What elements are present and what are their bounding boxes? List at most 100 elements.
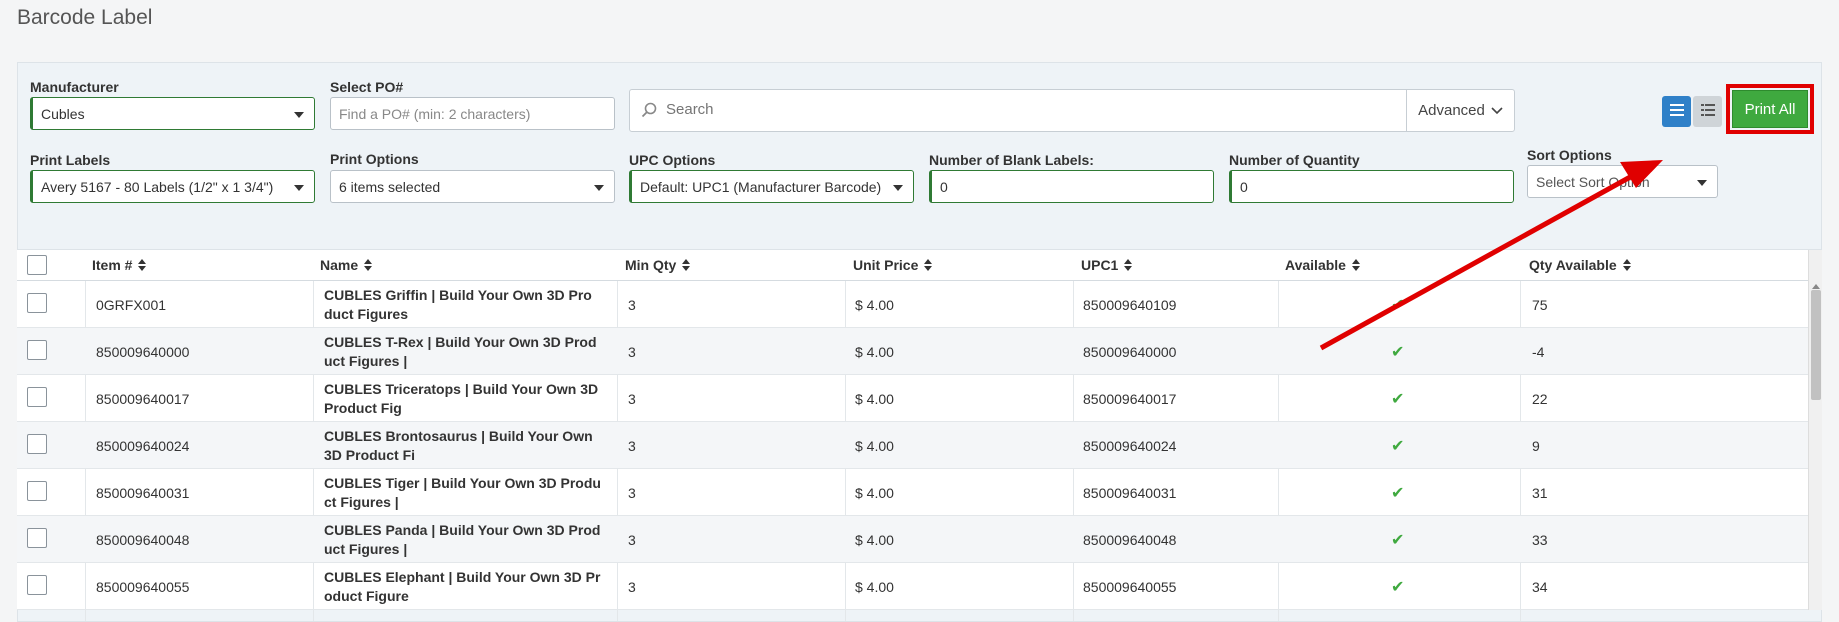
unit-price: $ 4.00 [855,343,894,360]
unit-price: $ 4.00 [855,531,894,548]
chevron-down-icon [893,185,903,191]
column-header-upc1[interactable]: UPC1 [1081,257,1133,273]
row-checkbox[interactable] [27,340,47,360]
row-checkbox[interactable] [27,434,47,454]
upc1: 850009640048 [1083,531,1177,548]
sort-icon [924,259,933,271]
checkmark-icon: ✔ [1391,531,1405,549]
chevron-down-icon [1697,180,1707,186]
upc1: 850009640024 [1083,437,1177,454]
column-header-available[interactable]: Available [1285,257,1360,273]
search-input[interactable] [664,100,1164,119]
chevron-down-icon [1491,102,1503,119]
column-header-label: Unit Price [853,257,919,273]
manufacturer-label: Manufacturer [30,79,119,95]
po-placeholder: Find a PO# (min: 2 characters) [339,105,531,122]
unit-price: $ 4.00 [855,296,894,313]
column-header-name[interactable]: Name [320,257,373,273]
scroll-thumb[interactable] [1811,290,1821,400]
table-header: Item # Name Min Qty Unit Price UPC1 Avai… [17,250,1808,281]
print-labels-label: Print Labels [30,152,111,168]
items-table: Item # Name Min Qty Unit Price UPC1 Avai… [17,249,1822,621]
upc-options-select[interactable]: Default: UPC1 (Manufacturer Barcode) [629,170,914,203]
chevron-down-icon [294,112,304,118]
upc1: 850009640031 [1083,484,1177,501]
po-input[interactable]: Find a PO# (min: 2 characters) [330,97,615,130]
search-bar: Advanced [629,89,1515,132]
sort-icon [682,259,691,271]
row-checkbox[interactable] [27,481,47,501]
quantity-label: Number of Quantity [1229,152,1360,168]
item-name: CUBLES Triceratops | Build Your Own 3D P… [324,380,599,416]
quantity-input[interactable]: 0 [1229,170,1514,203]
blank-labels-input[interactable]: 0 [929,170,1214,203]
item-number: 850009640048 [96,531,190,548]
sort-icon [1124,259,1133,271]
table-row[interactable]: 850009640031 CUBLES Tiger | Build Your O… [17,469,1808,516]
print-all-button[interactable]: Print All [1732,90,1808,128]
qty-available: 22 [1532,390,1548,407]
item-name: CUBLES T-Rex | Build Your Own 3D Prod uc… [324,333,597,369]
column-header-qty-available[interactable]: Qty Available [1529,257,1631,273]
detail-view-button[interactable] [1693,96,1722,127]
item-number: 0GRFX001 [96,296,167,313]
checkmark-icon: ✔ [1391,343,1405,361]
print-labels-select[interactable]: Avery 5167 - 80 Labels (1/2" x 1 3/4") [30,170,315,203]
table-row[interactable]: 850009640017 CUBLES Triceratops | Build … [17,375,1808,422]
sort-icon [1351,259,1360,271]
qty-available: 75 [1532,296,1548,313]
row-checkbox[interactable] [27,528,47,548]
item-name: CUBLES Brontosaurus | Build Your Own 3D … [324,427,593,463]
checkmark-icon: ✔ [1391,437,1405,455]
column-header-item[interactable]: Item # [92,257,147,273]
upc-options-label: UPC Options [629,152,716,168]
min-qty: 3 [628,343,636,360]
search-icon [641,102,657,123]
po-label: Select PO# [330,79,404,95]
chevron-down-icon [594,185,604,191]
upc-options-value: Default: UPC1 (Manufacturer Barcode) [640,178,882,195]
table-row[interactable]: 850009640024 CUBLES Brontosaurus | Build… [17,422,1808,469]
min-qty: 3 [628,390,636,407]
row-checkbox[interactable] [27,293,47,313]
min-qty: 3 [628,296,636,313]
select-all-checkbox[interactable] [27,255,47,275]
table-row[interactable]: 850009640048 CUBLES Panda | Build Your O… [17,516,1808,563]
column-header-min-qty[interactable]: Min Qty [625,257,691,273]
list-icon [1669,103,1684,121]
checkmark-icon: ✔ [1391,484,1405,502]
row-checkbox[interactable] [27,387,47,407]
sort-options-label: Sort Options [1527,147,1612,163]
print-options-select[interactable]: 6 items selected [330,170,615,203]
upc1: 850009640017 [1083,390,1177,407]
upc1: 850009640000 [1083,343,1177,360]
item-name: CUBLES Panda | Build Your Own 3D Prod uc… [324,521,601,557]
print-options-value: 6 items selected [339,178,441,195]
table-scrollbar[interactable] [1808,250,1822,610]
item-number: 850009640000 [96,343,190,360]
detail-list-icon [1700,103,1715,121]
sort-options-select[interactable]: Select Sort Option [1527,165,1718,198]
column-header-label: Name [320,257,359,273]
list-view-button[interactable] [1662,96,1691,127]
checkmark-icon: ✔ [1391,390,1405,408]
item-name: CUBLES Griffin | Build Your Own 3D Pro d… [324,286,592,322]
print-labels-value: Avery 5167 - 80 Labels (1/2" x 1 3/4") [41,178,274,195]
page-title: Barcode Label [17,6,153,29]
manufacturer-select[interactable]: Cubles [30,97,315,130]
column-header-label: Available [1285,257,1346,273]
scroll-up-icon[interactable] [1812,284,1820,289]
column-header-label: UPC1 [1081,257,1119,273]
column-header-unit-price[interactable]: Unit Price [853,257,933,273]
column-header-label: Item # [92,257,133,273]
row-checkbox[interactable] [27,575,47,595]
column-header-label: Min Qty [625,257,677,273]
unit-price: $ 4.00 [855,484,894,501]
advanced-label: Advanced [1418,102,1485,119]
table-row[interactable]: 850009640000 CUBLES T-Rex | Build Your O… [17,328,1808,375]
qty-available: -4 [1532,343,1545,360]
blank-labels-label: Number of Blank Labels: [929,152,1094,168]
advanced-button[interactable]: Advanced [1406,90,1514,131]
qty-available: 33 [1532,531,1548,548]
table-row[interactable]: 0GRFX001 CUBLES Griffin | Build Your Own… [17,281,1808,328]
